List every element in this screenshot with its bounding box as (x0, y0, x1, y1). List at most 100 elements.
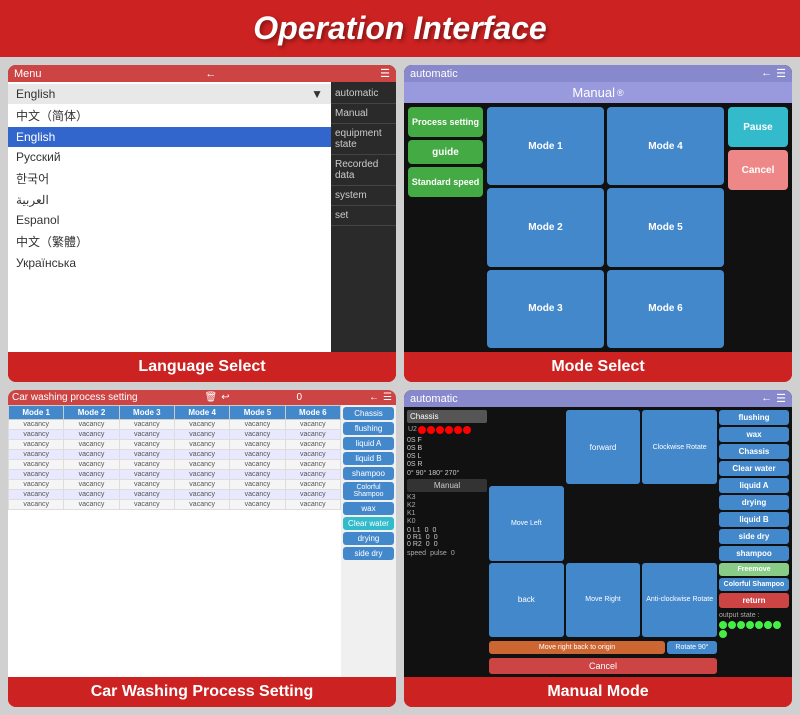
flushing-manual-btn[interactable]: flushing (719, 410, 789, 425)
process-setting-btn[interactable]: Process setting (408, 107, 483, 137)
car-washing-card: Car washing process setting 🗑 ↩ 0 ← ☰ (8, 390, 396, 707)
manual-screen-label: automatic (410, 393, 458, 405)
trash-icon[interactable]: 🗑 (205, 392, 218, 403)
header: Operation Interface (0, 0, 800, 57)
drying-manual-btn[interactable]: drying (719, 495, 789, 510)
return-btn[interactable]: return (719, 593, 789, 608)
liquid-b-manual-btn[interactable]: liquid B (719, 512, 789, 527)
mode5-btn[interactable]: Mode 5 (607, 188, 724, 266)
list-icon[interactable]: ☰ (380, 67, 390, 80)
dot1 (418, 426, 426, 434)
col-mode6: Mode 6 (285, 406, 340, 420)
liquid-a-btn[interactable]: liquid A (343, 437, 394, 450)
mode-back-icon[interactable]: ← (761, 67, 772, 80)
lang-item-korean[interactable]: 한국어 (8, 167, 331, 190)
lang-item-espanol[interactable]: Espanol (8, 210, 331, 230)
sidebar-recorded[interactable]: Recorded data (331, 155, 396, 186)
lang-item-chinese-simplified[interactable]: 中文（简体） (8, 104, 331, 127)
mode2-btn[interactable]: Mode 2 (487, 188, 604, 266)
clockwise-btn[interactable]: Clockwise Rotate (642, 410, 717, 484)
move-right-btn[interactable]: Move Right (566, 563, 641, 637)
cancel-manual-btn[interactable]: Cancel (489, 658, 717, 674)
sidebar-system[interactable]: system (331, 186, 396, 206)
cancel-btn[interactable]: Cancel (728, 150, 788, 190)
lang-item-english-selected[interactable]: English (8, 127, 331, 147)
wax-btn[interactable]: wax (343, 502, 394, 515)
mode-title-bar: Manual ® (404, 82, 792, 103)
freemove-btn[interactable]: Freemove (719, 563, 789, 576)
mode-screen-title: automatic (410, 68, 458, 80)
pause-btn[interactable]: Pause (728, 107, 788, 147)
k-labels: K3 K2 K1 K0 (407, 494, 487, 525)
output-dot (719, 630, 727, 638)
move-right-origin-btn[interactable]: Move right back to origin (489, 641, 665, 654)
table-row: vacancyvacancyvacancyvacancyvacancyvacan… (9, 420, 341, 430)
guide-btn[interactable]: guide (408, 140, 483, 164)
output-dot (737, 621, 745, 629)
anticlockwise-btn[interactable]: Anti-clockwise Rotate (642, 563, 717, 637)
wax-manual-btn[interactable]: wax (719, 427, 789, 442)
colorful-shampoo-btn[interactable]: Colorful Shampoo (343, 482, 394, 500)
sidebar-manual[interactable]: Manual (331, 104, 396, 124)
undo-icon[interactable]: ↩ (221, 392, 229, 403)
chassis-label: Chassis (407, 410, 487, 423)
manual-right-panel: flushing wax Chassis Clear water liquid … (719, 410, 789, 674)
manual-list-icon[interactable]: ☰ (776, 392, 786, 405)
standard-speed-btn[interactable]: Standard speed (408, 167, 483, 197)
chassis-btn[interactable]: Chassis (343, 407, 394, 420)
manual-back-icon[interactable]: ← (761, 392, 772, 405)
shampoo-manual-btn[interactable]: shampoo (719, 546, 789, 561)
chassis-manual-btn[interactable]: Chassis (719, 444, 789, 459)
rotate90-btn[interactable]: Rotate 90° (667, 641, 717, 654)
menu-label: Menu (14, 68, 42, 80)
dot6 (463, 426, 471, 434)
col-mode2: Mode 2 (64, 406, 119, 420)
mode4-btn[interactable]: Mode 4 (607, 107, 724, 185)
colorful-shampoo-manual-btn[interactable]: Colorful Shampoo (719, 578, 789, 591)
manual-center-panel: forward Clockwise Rotate Move Left back … (489, 410, 717, 674)
lang-sidebar: automatic Manual equipment state Recorde… (331, 82, 396, 352)
liquid-b-btn[interactable]: liquid B (343, 452, 394, 465)
side-dry-manual-btn[interactable]: side dry (719, 529, 789, 544)
back-icon[interactable]: ← (205, 68, 216, 80)
drying-btn[interactable]: drying (343, 532, 394, 545)
output-dot (755, 621, 763, 629)
sidebar-set[interactable]: set (331, 206, 396, 226)
flushing-btn[interactable]: flushing (343, 422, 394, 435)
table-row: vacancyvacancyvacancyvacancyvacancyvacan… (9, 470, 341, 480)
lang-item-ukrainian[interactable]: Українська (8, 253, 331, 273)
car-washing-screen: Car washing process setting 🗑 ↩ 0 ← ☰ (8, 390, 396, 677)
manual-mode-label: Manual (407, 479, 487, 492)
mode6-btn[interactable]: Mode 6 (607, 270, 724, 348)
sidebar-equipment[interactable]: equipment state (331, 124, 396, 155)
lang-item-russian[interactable]: Русский (8, 147, 331, 167)
lang-item-arabic[interactable]: العربية (8, 190, 331, 210)
dot2 (427, 426, 435, 434)
output-dots (719, 621, 789, 638)
wash-title: Car washing process setting (12, 392, 138, 403)
output-state-label: output state : (719, 612, 789, 619)
shampoo-btn[interactable]: shampoo (343, 467, 394, 480)
wash-counter: 0 (297, 392, 303, 403)
move-left-btn[interactable]: Move Left (489, 486, 564, 560)
clear-water-manual-btn[interactable]: Clear water (719, 461, 789, 476)
mode-select-screen: automatic ← ☰ Manual ® Process setting (404, 65, 792, 352)
wash-list-icon[interactable]: ☰ (383, 392, 392, 403)
language-select-card: Menu ← ☰ English ▼ 中文（简体） English Рус (8, 65, 396, 382)
side-dry-btn[interactable]: side dry (343, 547, 394, 560)
mode-list-icon[interactable]: ☰ (776, 67, 786, 80)
lang-item-english-dropdown[interactable]: English ▼ (8, 84, 331, 104)
lang-item-chinese-traditional[interactable]: 中文（繁體） (8, 230, 331, 253)
clear-water-btn[interactable]: Clear water (343, 517, 394, 530)
wash-back-icon[interactable]: ← (369, 392, 379, 403)
manual-mode-label-card: Manual Mode (404, 677, 792, 707)
mode3-btn[interactable]: Mode 3 (487, 270, 604, 348)
back-btn[interactable]: back (489, 563, 564, 637)
mode-title: Manual (572, 85, 615, 100)
sidebar-automatic[interactable]: automatic (331, 84, 396, 104)
output-dot (728, 621, 736, 629)
forward-btn[interactable]: forward (566, 410, 641, 484)
language-list: English ▼ 中文（简体） English Русский 한국어 الع… (8, 82, 331, 352)
mode1-btn[interactable]: Mode 1 (487, 107, 604, 185)
liquid-a-manual-btn[interactable]: liquid A (719, 478, 789, 493)
